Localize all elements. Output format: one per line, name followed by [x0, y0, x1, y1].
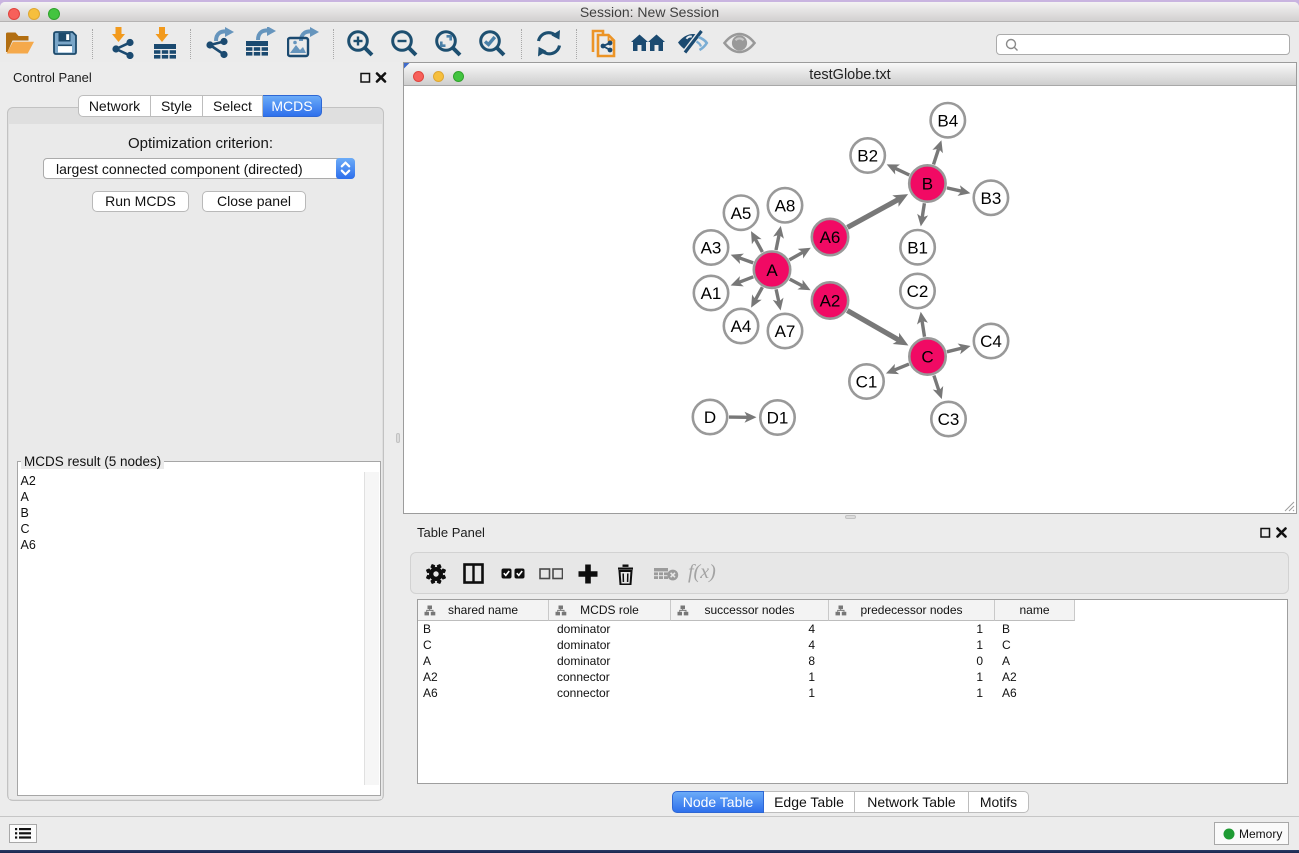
svg-text:A7: A7 [775, 322, 796, 341]
svg-text:C2: C2 [907, 282, 929, 301]
svg-text:A8: A8 [775, 197, 796, 216]
svg-text:C4: C4 [980, 332, 1002, 351]
svg-text:A: A [766, 261, 778, 280]
svg-text:C3: C3 [938, 410, 960, 429]
svg-text:A1: A1 [701, 284, 722, 303]
svg-text:A4: A4 [731, 317, 752, 336]
svg-text:C1: C1 [856, 373, 878, 392]
svg-text:B3: B3 [981, 189, 1002, 208]
svg-text:A2: A2 [820, 292, 841, 311]
svg-text:B2: B2 [857, 147, 878, 166]
svg-text:B: B [922, 175, 933, 194]
svg-text:D: D [704, 408, 716, 427]
svg-text:B4: B4 [937, 111, 958, 130]
svg-text:A6: A6 [820, 228, 841, 247]
svg-text:A3: A3 [701, 239, 722, 258]
svg-text:C: C [921, 348, 933, 367]
svg-text:B1: B1 [907, 238, 928, 257]
svg-text:D1: D1 [767, 409, 789, 428]
svg-text:A5: A5 [731, 204, 752, 223]
